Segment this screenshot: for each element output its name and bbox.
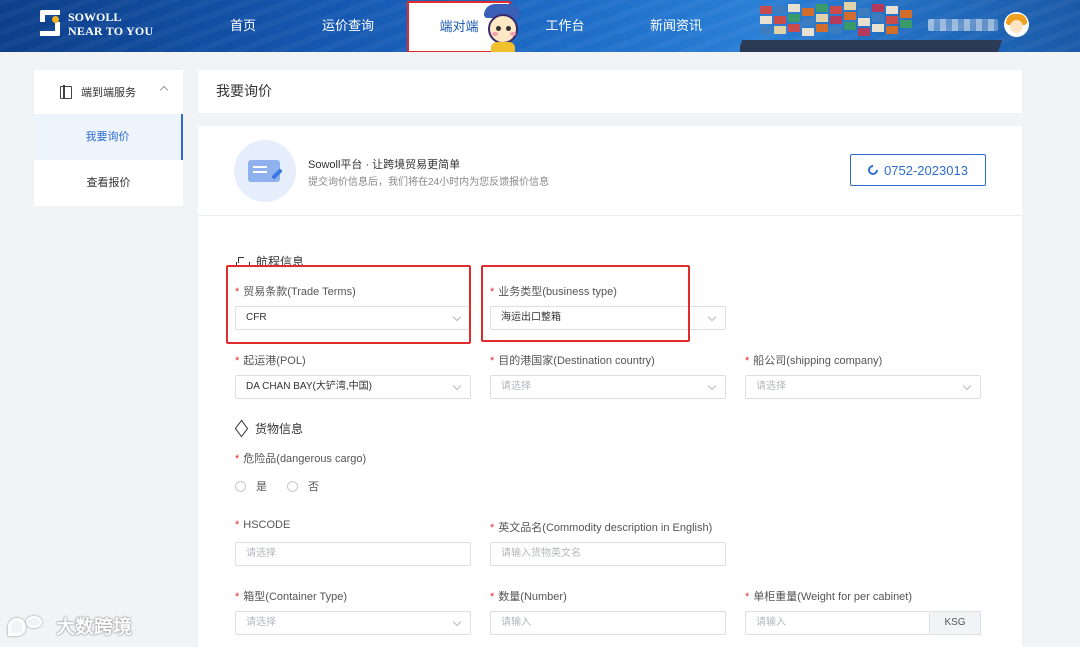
top-header: SOWOLL NEAR TO YOU 首页 运价查询 端对端 工作台 新闻资讯: [0, 0, 1080, 52]
sidebar-item-view-quotes[interactable]: 查看报价: [34, 160, 183, 206]
page-title: 我要询价: [198, 70, 1022, 113]
number-label: * 数量(Number): [490, 591, 567, 603]
chevron-down-icon: [962, 381, 972, 391]
business-type-select[interactable]: 海运出口整箱: [490, 306, 726, 330]
intro-headline: Sowoll平台 · 让跨境贸易更简单: [308, 159, 461, 171]
container-type-select[interactable]: 请选择: [235, 611, 471, 635]
sidebar: 端到端服务 我要询价 查看报价: [34, 70, 183, 206]
section-cargo-header: 货物信息: [234, 419, 304, 438]
chevron-up-icon: [159, 85, 169, 95]
logo-line2: NEAR TO YOU: [68, 24, 154, 38]
box-icon: [234, 419, 249, 438]
weight-input[interactable]: 请输入: [745, 611, 930, 635]
section-cargo-title: 货物信息: [255, 422, 304, 436]
phone-icon: [865, 162, 881, 178]
destination-country-select[interactable]: 请选择: [490, 375, 726, 399]
section-voyage-title: 航程信息: [256, 255, 305, 269]
phone-contact-button[interactable]: 0752-2023013: [850, 154, 986, 186]
phone-number: 0752-2023013: [884, 162, 968, 178]
weight-unit-addon: KSG: [930, 611, 981, 635]
shipping-company-label: * 船公司(shipping company): [745, 355, 883, 367]
dangerous-no-radio[interactable]: 否: [287, 478, 319, 494]
form-edit-icon: [234, 140, 296, 202]
sidebar-group-header[interactable]: 端到端服务: [34, 70, 183, 114]
trade-terms-label: * 贸易条款(Trade Terms): [235, 286, 356, 298]
dangerous-cargo-label: * 危险品(dangerous cargo): [235, 453, 367, 465]
mascot-illustration: [482, 2, 522, 52]
document-icon: [60, 85, 72, 99]
number-input[interactable]: 请输入: [490, 611, 726, 635]
radio-circle-icon: [235, 480, 246, 492]
hscode-input[interactable]: 请选择: [235, 542, 471, 566]
weight-label: * 单柜重量(Weight for per cabinet): [745, 591, 913, 603]
pol-select[interactable]: DA CHAN BAY(大铲湾,中国): [235, 375, 471, 399]
radio-circle-icon: [287, 480, 298, 492]
pol-label: * 起运港(POL): [235, 355, 306, 367]
logo-line1: SOWOLL: [68, 10, 122, 24]
destination-country-label: * 目的港国家(Destination country): [490, 355, 655, 367]
chevron-down-icon: [707, 312, 717, 322]
inquiry-form-card: Sowoll平台 · 让跨境贸易更简单 提交询价信息后，我们将在24小时内为您反…: [198, 126, 1022, 647]
trade-terms-select[interactable]: CFR: [235, 306, 471, 330]
nav-freight-query[interactable]: 运价查询: [312, 0, 384, 52]
container-type-label: * 箱型(Container Type): [235, 591, 348, 603]
nav-workbench[interactable]: 工作台: [532, 0, 598, 52]
boat-icon: [236, 256, 250, 267]
commodity-en-label: * 英文品名(Commodity description in English): [490, 522, 713, 534]
commodity-en-input[interactable]: 请输入货物英文名: [490, 542, 726, 566]
intro-subtext: 提交询价信息后，我们将在24小时内为您反馈报价信息: [308, 177, 550, 188]
shipping-company-select[interactable]: 请选择: [745, 375, 981, 399]
watermark: 大数跨境: [8, 612, 132, 639]
section-voyage-header: 航程信息: [236, 253, 304, 270]
chevron-down-icon: [452, 312, 462, 322]
intro-banner: Sowoll平台 · 让跨境贸易更简单 提交询价信息后，我们将在24小时内为您反…: [198, 126, 1022, 216]
sidebar-group-title: 端到端服务: [81, 87, 136, 99]
user-avatar[interactable]: [1004, 12, 1029, 37]
nav-home[interactable]: 首页: [210, 0, 276, 52]
chevron-down-icon: [707, 381, 717, 391]
hscode-label: * HSCODE: [235, 519, 291, 531]
chevron-down-icon: [452, 381, 462, 391]
sowoll-logo-icon: [38, 8, 64, 40]
nav-news[interactable]: 新闻资讯: [642, 0, 710, 52]
watermark-logo-icon: [8, 614, 48, 638]
dangerous-yes-radio[interactable]: 是: [235, 478, 267, 494]
username-blurred[interactable]: [928, 19, 998, 31]
chevron-down-icon: [452, 617, 462, 627]
business-type-label: * 业务类型(business type): [490, 286, 617, 298]
sidebar-item-inquiry[interactable]: 我要询价: [34, 114, 183, 160]
watermark-text: 大数跨境: [56, 617, 133, 638]
sowoll-logo[interactable]: SOWOLL NEAR TO YOU: [38, 8, 153, 40]
